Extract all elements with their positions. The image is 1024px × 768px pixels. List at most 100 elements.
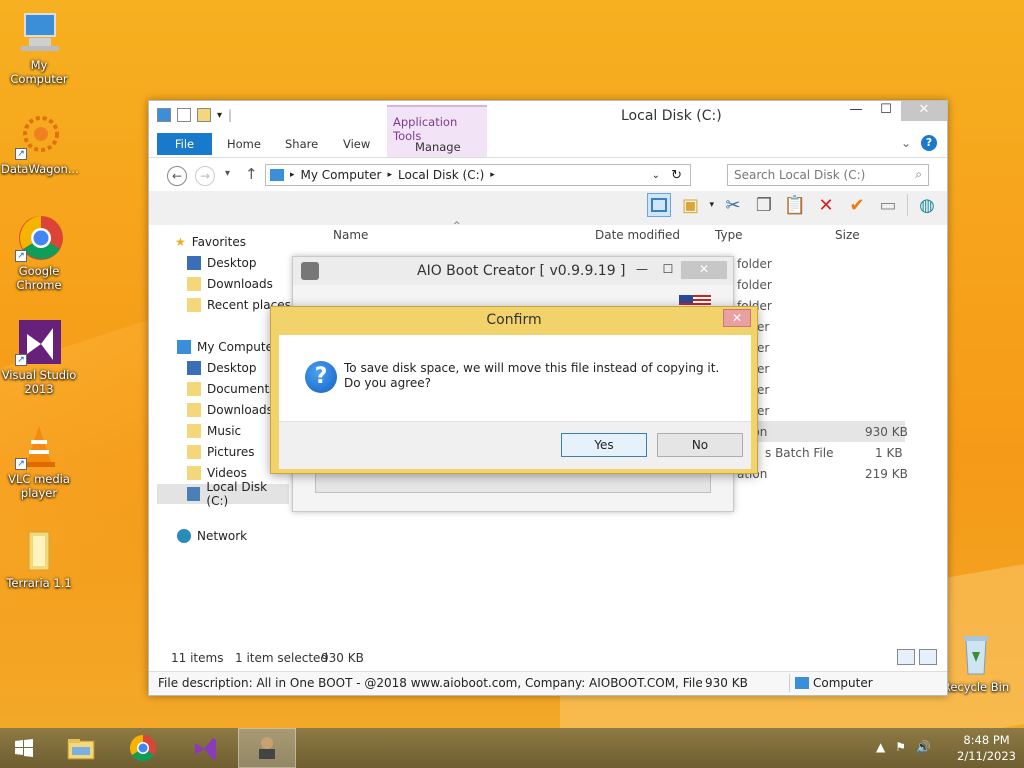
dropdown-icon[interactable]: ▾ (709, 200, 714, 210)
nav-desktop[interactable]: Desktop (187, 361, 257, 375)
address-field[interactable]: ▸ My Computer ▸ Local Disk (C:) ▸ ⌄ ↻ (265, 164, 691, 186)
nav-fav-downloads[interactable]: Downloads (187, 277, 273, 291)
chrome-icon: ↗ (15, 214, 63, 262)
desktop-icon-label: Terraria 1.1 (6, 576, 72, 590)
row-size[interactable]: 930 KB (865, 425, 908, 439)
start-button[interactable] (0, 728, 48, 768)
layout-icon[interactable] (647, 193, 672, 217)
cut-icon[interactable]: ✂ (721, 193, 745, 217)
row-type[interactable]: er (757, 383, 769, 397)
copy-icon[interactable]: ❐ (752, 193, 776, 217)
nav-local-disk[interactable]: Local Disk (C:) (157, 480, 289, 508)
question-icon: ? (305, 361, 337, 393)
row-type[interactable]: er (757, 404, 769, 418)
nav-my-computer[interactable]: My Computer (177, 340, 278, 354)
large-icons-view-icon[interactable] (919, 649, 937, 665)
forward-button[interactable]: → (195, 166, 215, 186)
recent-locations-icon[interactable]: ▾ (225, 168, 230, 179)
desktop-icon-vlc[interactable]: ↗ VLC media player (1, 422, 77, 500)
maximize-button[interactable]: ☐ (655, 261, 681, 279)
taskbar-visual-studio[interactable] (176, 728, 234, 768)
dialog-close-button[interactable]: ✕ (723, 309, 751, 327)
up-arrow-icon[interactable]: ↑ (245, 165, 258, 183)
paste-icon[interactable]: 📋 (783, 193, 807, 217)
aio-window-title: AIO Boot Creator [ v0.9.9.19 ] (417, 263, 626, 279)
nav-music[interactable]: Music (187, 424, 241, 438)
taskbar-chrome[interactable] (114, 728, 172, 768)
taskbar-aio-boot[interactable] (238, 728, 296, 768)
videos-folder-icon (187, 466, 201, 480)
nav-favorites[interactable]: ★ Favorites (175, 235, 246, 249)
nav-fav-desktop[interactable]: Desktop (187, 256, 257, 270)
yes-button[interactable]: Yes (561, 433, 647, 457)
globe-icon[interactable]: ◍ (915, 193, 939, 217)
file-explorer-icon (67, 739, 95, 760)
desktop-icon-chrome[interactable]: ↗ Google Chrome (1, 214, 77, 292)
customize-qat-icon[interactable]: ▾ (217, 110, 222, 121)
nav-downloads[interactable]: Downloads (187, 403, 273, 417)
desktop-icon-my-computer[interactable]: My Computer (1, 8, 77, 86)
details-view-icon[interactable] (897, 649, 915, 665)
desktop-icon-terraria[interactable]: Terraria 1.1 (1, 526, 77, 590)
no-button[interactable]: No (657, 433, 743, 457)
visual-studio-icon (195, 738, 216, 760)
row-type[interactable]: er (757, 341, 769, 355)
tab-file[interactable]: File (157, 133, 212, 155)
new-folder-icon[interactable] (197, 108, 211, 122)
breadcrumb-separator-icon: ▸ (490, 170, 495, 180)
minimize-button[interactable]: — (841, 101, 871, 121)
help-icon[interactable]: ? (921, 135, 937, 151)
checkmark-icon[interactable]: ✔ (845, 193, 869, 217)
nav-label: Network (197, 529, 248, 543)
breadcrumb-my-computer[interactable]: My Computer (301, 168, 382, 182)
delete-icon[interactable]: ✕ (814, 193, 838, 217)
nav-label: Music (207, 424, 242, 438)
quick-access-toolbar: ▾ | (157, 108, 232, 122)
row-size[interactable]: 1 KB (875, 446, 903, 460)
minimize-button[interactable]: — (629, 261, 655, 279)
rename-icon[interactable]: ▭ (876, 193, 900, 217)
row-size[interactable]: 219 KB (865, 467, 908, 481)
nav-pictures[interactable]: Pictures (187, 445, 255, 459)
address-bar-row: ← → ▾ ↑ ▸ My Computer ▸ Local Disk (C:) … (149, 157, 947, 191)
volume-icon[interactable]: 🔊 (916, 740, 931, 754)
address-dropdown-icon[interactable]: ⌄ (652, 170, 660, 181)
clock[interactable]: 8:48 PM 2/11/2023 (957, 732, 1016, 764)
nav-documents[interactable]: Documents (187, 382, 275, 396)
desktop-icon-datawagon[interactable]: ↗ DataWagon... (1, 112, 79, 176)
show-hidden-icons-icon[interactable]: ▲ (876, 740, 885, 754)
column-type[interactable]: Type (715, 228, 743, 242)
close-button[interactable]: ✕ (901, 101, 947, 121)
row-type[interactable]: er (757, 362, 769, 376)
row-type[interactable]: folder (737, 257, 772, 271)
refresh-icon[interactable]: ↻ (671, 168, 682, 183)
column-date-modified[interactable]: Date modified (595, 228, 680, 242)
desktop-icon-recycle-bin[interactable]: Recycle Bin (938, 630, 1014, 694)
row-type[interactable]: s Batch File (765, 446, 833, 460)
clock-date: 2/11/2023 (957, 749, 1016, 763)
tab-home[interactable]: Home (227, 137, 261, 151)
tab-view[interactable]: View (343, 137, 370, 151)
close-button[interactable]: ✕ (681, 261, 727, 279)
search-input[interactable]: Search Local Disk (C:) ⌕ (727, 164, 929, 186)
back-button[interactable]: ← (167, 166, 187, 186)
expand-ribbon-icon[interactable]: ⌄ (901, 136, 911, 150)
nav-network[interactable]: Network (177, 529, 247, 543)
maximize-button[interactable]: ☐ (871, 101, 901, 121)
action-center-flag-icon[interactable]: ⚑ (895, 740, 906, 754)
computer-small-icon[interactable] (157, 108, 171, 122)
properties-icon[interactable] (177, 108, 191, 122)
tab-share[interactable]: Share (285, 137, 318, 151)
desktop-icon-label: DataWagon... (1, 162, 79, 176)
breadcrumb-local-disk[interactable]: Local Disk (C:) (398, 168, 484, 182)
column-size[interactable]: Size (835, 228, 860, 242)
nav-videos[interactable]: Videos (187, 466, 247, 480)
taskbar-file-explorer[interactable] (52, 728, 110, 768)
folder-options-icon[interactable]: ▣ (678, 193, 702, 217)
column-name[interactable]: Name (333, 228, 368, 242)
desktop-icon-visual-studio[interactable]: ↗ Visual Studio 2013 (1, 318, 77, 396)
row-type[interactable]: folder (737, 278, 772, 292)
confirm-dialog: Confirm ✕ ? To save disk space, we will … (270, 306, 758, 474)
row-type[interactable]: er (757, 320, 769, 334)
desktop-icon (187, 256, 201, 270)
